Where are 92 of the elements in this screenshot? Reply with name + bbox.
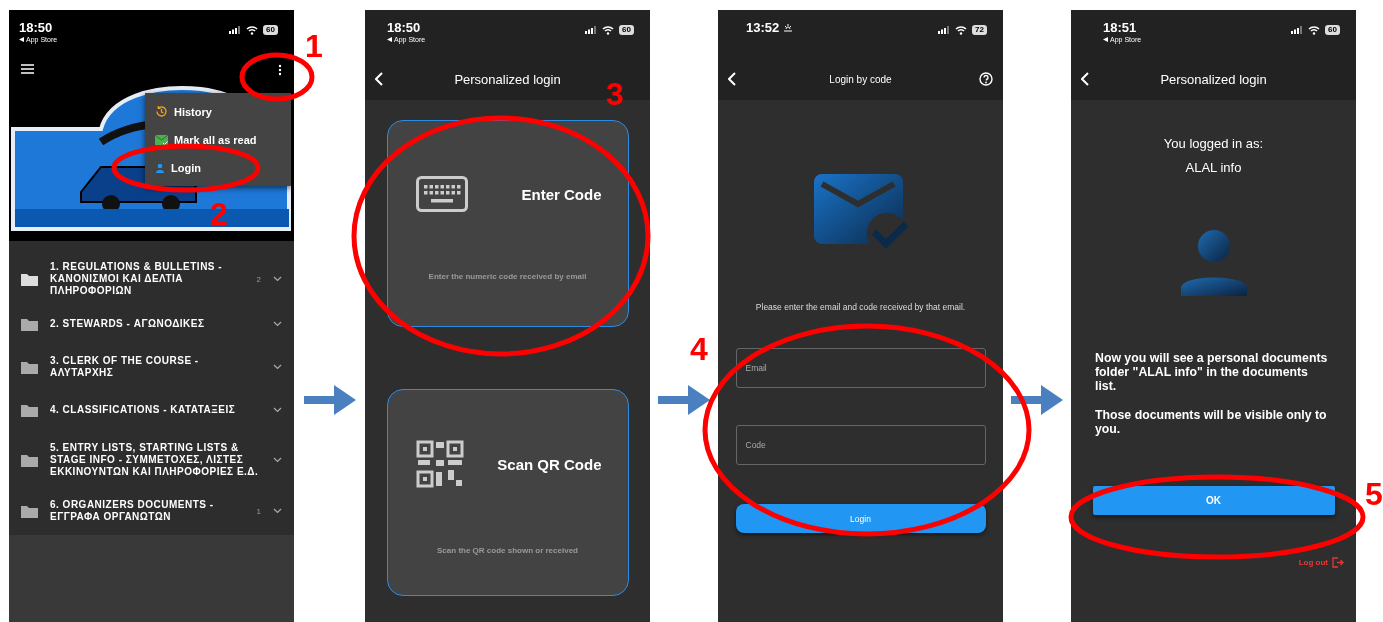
back-button[interactable] <box>1081 72 1090 86</box>
folder-title: 3. CLERK OF THE COURSE - ΑΛΥΤΑΡΧΗΣ <box>50 355 200 379</box>
user-silhouette-icon <box>1180 230 1247 296</box>
chevron-down-icon <box>273 364 282 370</box>
status-time: 18:50 <box>19 20 54 35</box>
menu-icon[interactable] <box>21 64 34 76</box>
signal-icon <box>1291 26 1304 34</box>
folder-row[interactable]: 5. ENTRY LISTS, STARTING LISTS & STAGE INFO - ΣΥΜΜΕΤΟΧΕΣ, ΛΙΣΤΕΣ ΕΚΚΙΝΟΥΝΤΩΝ ΚΑΙ ΠΛΗΡΟΦΟΡΙΕΣ Ε.Δ. <box>9 429 294 491</box>
menu-item[interactable]: Mark all as read <box>145 126 291 154</box>
battery-level: 60 <box>263 25 278 35</box>
step-number: 1 <box>305 30 323 62</box>
folder-title: 4. CLASSIFICATIONS - ΚΑΤΑΤΑΞΕΙΣ <box>50 404 237 416</box>
triangle-left-icon <box>387 37 392 42</box>
chevron-left-icon <box>375 72 384 86</box>
step-number: 5 <box>1365 478 1383 510</box>
folder-icon <box>21 453 38 467</box>
folder-icon <box>21 317 38 331</box>
signal-icon <box>585 26 598 34</box>
qr-code-icon <box>415 440 464 488</box>
chevron-down-icon <box>273 457 282 463</box>
wifi-icon <box>246 25 259 35</box>
folder-icon <box>21 272 38 286</box>
folder-row[interactable]: 6. ORGANIZERS DOCUMENTS - ΕΓΓΡΑΦΑ ΟΡΓΑΝΩΤΩΝ 1 <box>9 491 294 531</box>
triangle-left-icon <box>19 37 24 42</box>
folder-row[interactable]: 3. CLERK OF THE COURSE - ΑΛΥΤΑΡΧΗΣ <box>9 343 294 391</box>
wifi-icon <box>602 25 615 35</box>
flow-arrow <box>1011 385 1063 415</box>
folder-icon <box>21 504 38 518</box>
folder-icon <box>21 360 38 374</box>
login-option-card[interactable]: Scan QR Code Scan the QR code shown or received <box>386 389 629 596</box>
step-number: 2 <box>210 198 228 230</box>
folder-row[interactable]: 4. CLASSIFICATIONS - ΚΑΤΑΤΑΞΕΙΣ <box>9 391 294 429</box>
folder-title: 6. ORGANIZERS DOCUMENTS - ΕΓΓΡΑΦΑ ΟΡΓΑΝΩΤΩΝ <box>50 499 215 523</box>
chevron-down-icon <box>273 508 282 514</box>
chevron-left-icon <box>728 72 737 86</box>
menu-item[interactable]: Login <box>145 154 291 182</box>
battery-level: 72 <box>972 25 987 35</box>
step-number: 4 <box>690 333 708 365</box>
mail-check-icon <box>155 134 168 146</box>
help-icon[interactable] <box>979 72 993 86</box>
status-time: 13:52 <box>746 20 794 35</box>
logout-icon <box>1332 557 1344 568</box>
folder-title: 1. REGULATIONS & BULLETINS - ΚΑΝΟΝΙΣΜΟΙ ΚΑΙ ΔΕΛΤΙΑ ΠΛΗΡΟΦΟΡΙΩΝ <box>50 261 224 297</box>
signal-icon <box>938 26 951 34</box>
status-time: 18:51 <box>1103 20 1138 35</box>
option-title: Scan QR Code <box>497 455 602 473</box>
status-time: 18:50 <box>387 20 422 35</box>
screen-title: Personalized login <box>454 71 561 87</box>
info-paragraph: Those documents will be visible only to you. <box>1094 408 1328 436</box>
battery-level: 60 <box>619 25 634 35</box>
menu-item-label: Mark all as read <box>174 134 257 146</box>
chevron-left-icon <box>1081 72 1090 86</box>
option-description: Scan the QR code shown or received <box>437 546 578 555</box>
chevron-down-icon <box>273 407 282 413</box>
info-paragraph: Now you will see a personal documents folder "ALAL info" in the documents list. <box>1094 351 1329 393</box>
menu-item-label: History <box>174 105 212 118</box>
screen-title: Personalized login <box>1160 71 1267 87</box>
chevron-down-icon <box>273 321 282 327</box>
back-button[interactable] <box>728 72 737 86</box>
folder-count: 2 <box>256 274 261 284</box>
folder-row[interactable]: 2. STEWARDS - ΑΓΩΝΟΔΙΚΕΣ <box>9 305 294 343</box>
wifi-icon <box>1308 25 1321 35</box>
history-icon <box>155 105 168 118</box>
chevron-down-icon <box>273 276 282 282</box>
login-option-card[interactable]: Enter Code Enter the numeric code received by email <box>386 120 629 327</box>
flow-arrow <box>303 385 356 415</box>
wifi-icon <box>955 25 968 35</box>
option-title: Enter Code <box>521 185 602 203</box>
triangle-left-icon <box>1103 37 1108 42</box>
battery-level: 60 <box>1325 25 1340 35</box>
back-button[interactable] <box>375 72 384 86</box>
more-options-icon[interactable] <box>278 64 282 76</box>
option-description: Enter the numeric code received by email <box>428 272 587 281</box>
folder-title: 5. ENTRY LISTS, STARTING LISTS & STAGE INFO - ΣΥΜΜΕΤΟΧΕΣ, ΛΙΣΤΕΣ ΕΚΚΙΝΟΥΝΤΩΝ ΚΑΙ ΠΛΗΡΟΦΟΡΙΕΣ Ε.Δ. <box>50 442 260 478</box>
user-icon <box>155 163 165 173</box>
user-name: ALAL info <box>1185 160 1242 175</box>
folder-icon <box>21 403 38 417</box>
menu-item-label: Login <box>171 162 201 174</box>
screen-title: Login by code <box>829 73 892 85</box>
menu-item[interactable]: History <box>145 97 291 126</box>
folder-count: 1 <box>256 506 261 516</box>
signal-icon <box>229 26 242 34</box>
flow-arrow <box>658 385 710 415</box>
keyboard-icon <box>415 176 468 212</box>
logged-in-heading: You logged in as: <box>1163 136 1264 151</box>
input-field[interactable]: Email <box>735 348 986 388</box>
instruction-text: Please enter the email and code received by that email. <box>755 302 966 312</box>
step-number: 3 <box>606 78 624 110</box>
folder-row[interactable]: 1. REGULATIONS & BULLETINS - ΚΑΝΟΝΙΣΜΟΙ ΚΑΙ ΔΕΛΤΙΑ ΠΛΗΡΟΦΟΡΙΩΝ 2 <box>9 253 294 305</box>
weather-icon <box>783 23 794 32</box>
input-field[interactable]: Code <box>735 425 986 465</box>
folder-title: 2. STEWARDS - ΑΓΩΝΟΔΙΚΕΣ <box>50 318 206 330</box>
